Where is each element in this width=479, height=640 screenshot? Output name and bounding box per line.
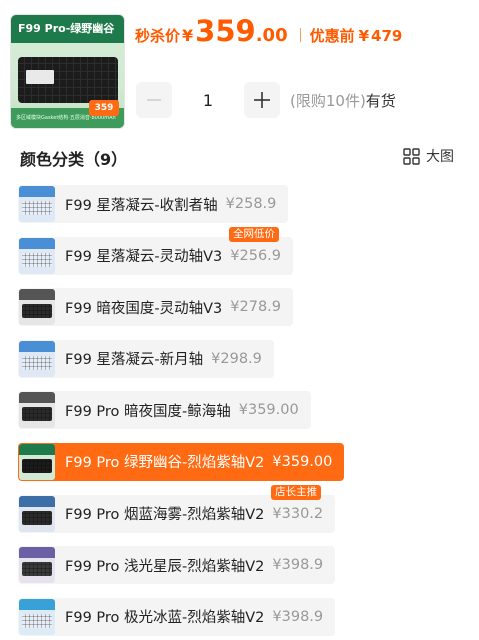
color-category-title: 颜色分类（9）	[20, 150, 128, 169]
variant-name: F99 星落凝云-新月轴	[65, 352, 204, 369]
variant-thumbnail	[19, 237, 55, 274]
variant-name: F99 Pro 绿野幽谷-烈焰紫轴V2	[65, 455, 265, 472]
variant-thumbnail	[19, 598, 55, 635]
variant-option[interactable]: F99 Pro 绿野幽谷-烈焰紫轴V2 ¥359.00	[18, 442, 345, 481]
variant-name: F99 Pro 极光冰蓝-烈焰紫轴V2	[65, 610, 265, 627]
flash-sale-price-decimal: .00	[255, 25, 288, 46]
variant-price: ¥298.9	[211, 350, 262, 367]
product-image-title: F99 Pro-绿野幽谷	[11, 15, 124, 43]
variant-name: F99 暗夜国度-灵动轴V3	[65, 300, 223, 317]
variant-name: F99 星落凝云-收割者轴	[65, 197, 218, 214]
large-view-label: 大图	[426, 149, 454, 165]
variant-price: ¥256.9	[230, 247, 282, 264]
variant-name: F99 星落凝云-灵动轴V3	[65, 249, 223, 266]
grid-icon	[403, 147, 420, 165]
variant-thumbnail	[19, 495, 55, 532]
variant-option[interactable]: F99 星落凝云-收割者轴 ¥258.9	[18, 185, 289, 223]
quantity-value[interactable]: 1	[172, 91, 244, 110]
flash-sale-price: 359	[195, 14, 256, 48]
flash-sale-label: 秒杀价	[135, 27, 181, 45]
variant-thumbnail	[19, 289, 55, 326]
original-price: 479	[371, 27, 403, 45]
currency-symbol: ¥	[182, 26, 194, 45]
variant-thumbnail	[19, 392, 55, 429]
variant-name: F99 Pro 暗夜国度-鲸海轴	[65, 403, 231, 420]
variant-price: ¥398.9	[272, 557, 324, 574]
stock-status: 有货	[365, 91, 396, 110]
price-divider	[299, 28, 301, 42]
plus-icon	[254, 92, 270, 108]
variant-option[interactable]: F99 Pro 极光冰蓝-烈焰紫轴V2 ¥398.9	[18, 597, 336, 636]
keyboard-image	[18, 57, 118, 103]
variant-price: ¥330.2	[272, 505, 324, 522]
decrease-quantity-button[interactable]	[136, 82, 172, 118]
variant-option[interactable]: F99 Pro 暗夜国度-鲸海轴 ¥359.00	[18, 391, 311, 430]
product-image[interactable]: F99 Pro-绿野幽谷 多区域模块Gasket结构·五层消音·8000mAh …	[10, 14, 125, 129]
variant-badge: 全网低价	[229, 226, 280, 242]
variant-badge: 店长主推	[271, 484, 322, 500]
variant-name: F99 Pro 浅光星辰-烈焰紫轴V2	[65, 558, 265, 575]
variant-name: F99 Pro 烟蓝海雾-烈焰紫轴V2	[65, 507, 265, 524]
variant-option[interactable]: F99 星落凝云-灵动轴V3 ¥256.9 全网低价	[18, 226, 294, 275]
purchase-limit-text: (限购10件)	[290, 91, 366, 110]
variant-thumbnail	[19, 547, 55, 584]
original-currency-symbol: ¥	[358, 27, 370, 45]
minus-icon	[147, 99, 161, 101]
variant-thumbnail	[19, 340, 55, 377]
variant-thumbnail	[19, 443, 55, 480]
variant-option[interactable]: F99 暗夜国度-灵动轴V3 ¥278.9	[18, 288, 294, 327]
original-price-label: 优惠前	[309, 27, 355, 45]
price-row: 秒杀价 ¥ 359 .00 优惠前 ¥ 479	[135, 14, 402, 48]
quantity-stepper: 1 (限购10件) 有货	[136, 82, 396, 118]
variant-option[interactable]: F99 Pro 浅光星辰-烈焰紫轴V2 ¥398.9	[18, 546, 336, 585]
variant-price: ¥359.00	[238, 402, 299, 419]
variant-thumbnail	[19, 186, 55, 222]
variant-price: ¥258.9	[225, 196, 277, 212]
variant-price: ¥359.00	[272, 453, 333, 470]
variant-list: F99 星落凝云-收割者轴 ¥258.9 F99 星落凝云-灵动轴V3 ¥256.9 全…	[18, 185, 458, 640]
variant-price: ¥278.9	[230, 299, 282, 316]
large-view-toggle[interactable]: 大图	[403, 146, 454, 166]
variant-price: ¥398.9	[272, 608, 324, 625]
increase-quantity-button[interactable]	[244, 82, 280, 118]
product-image-price: 359	[89, 100, 119, 116]
variant-option[interactable]: F99 星落凝云-新月轴 ¥298.9	[18, 339, 274, 378]
variant-option[interactable]: F99 Pro 烟蓝海雾-烈焰紫轴V2 ¥330.2 店长主推	[18, 484, 336, 533]
